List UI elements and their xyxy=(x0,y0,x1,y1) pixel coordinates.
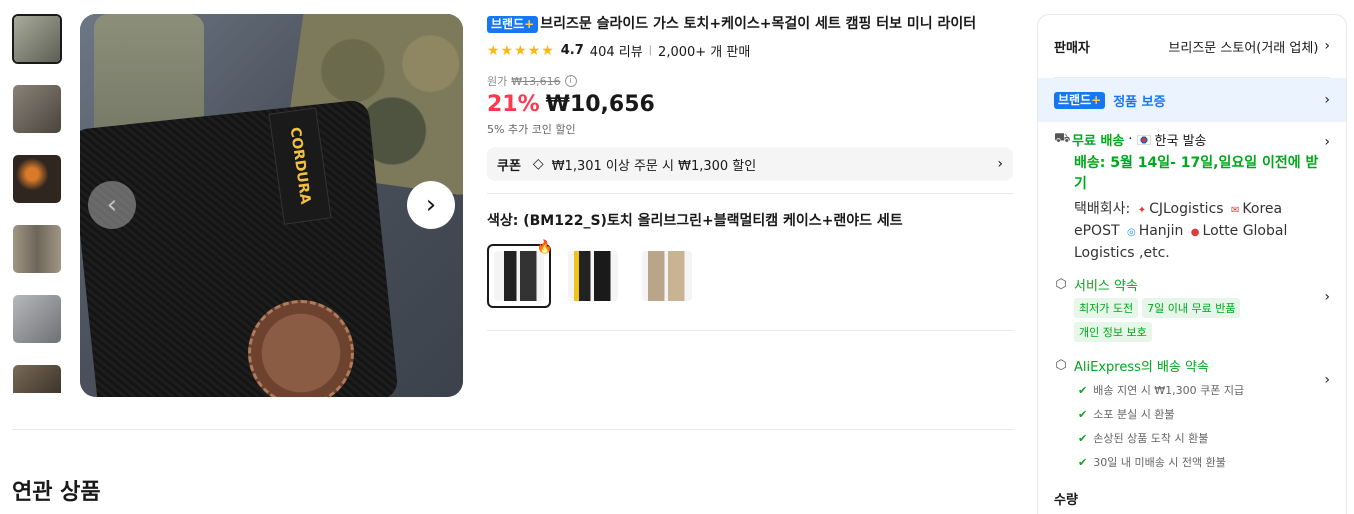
product-info: 브랜드+ 브리즈문 슬라이드 가스 토치+케이스+목걸이 세트 캠핑 터보 미니 … xyxy=(487,14,1013,331)
carrier-hanjin: Hanjin xyxy=(1138,223,1184,239)
color-label: 색상: (BM122_S)토치 올리브그린+블랙멀티캠 케이스+랜야드 세트 xyxy=(487,213,903,229)
seller-name: 브리즈문 스토어(거래 업체) xyxy=(1168,40,1319,56)
thumbnail-1[interactable] xyxy=(12,14,62,64)
delivery-promise-section[interactable]: ⬡ AliExpress의 배송 약속 › ✔ 배송 지연 시 ₩1,300 쿠폰… xyxy=(1038,356,1346,471)
section-divider xyxy=(12,429,1014,430)
shield-icon: ⬡ xyxy=(1055,277,1067,292)
promise-item: ✔ 배송 지연 시 ₩1,300 쿠폰 지급 xyxy=(1078,384,1245,397)
check-icon: ✔ xyxy=(1078,456,1088,469)
korea-flag-icon xyxy=(1136,134,1151,145)
product-title: 브랜드+ 브리즈문 슬라이드 가스 토치+케이스+목걸이 세트 캠핑 터보 미니 … xyxy=(487,14,1013,34)
purchase-panel: 판매자 브리즈문 스토어(거래 업체) › 브랜드+ 정품 보증 › ⛟ 무료 … xyxy=(1037,14,1347,514)
lotte-logo-icon: ● xyxy=(1190,227,1200,238)
promise-item: ✔ 소포 분실 시 환불 xyxy=(1078,408,1175,421)
current-price: ₩10,656 xyxy=(545,92,655,117)
check-icon: ✔ xyxy=(1078,432,1088,445)
discount-percent: 21% xyxy=(487,92,540,117)
promise-item: ✔ 손상된 상품 도착 시 환불 xyxy=(1078,432,1209,445)
check-icon: ✔ xyxy=(1078,408,1088,421)
shipping-header: ⛟ 무료 배송 · 한국 발송 xyxy=(1054,130,1330,149)
cj-logo-icon: ✦ xyxy=(1137,205,1147,216)
chevron-right-icon: › xyxy=(1324,38,1330,54)
chevron-right-icon: › xyxy=(1324,92,1330,108)
hanjin-logo-icon: ◎ xyxy=(1126,227,1136,238)
truck-icon: ⛟ xyxy=(1054,131,1071,146)
swatch-option-1[interactable]: 🔥 xyxy=(487,240,553,308)
thumbnail-3[interactable] xyxy=(12,154,62,204)
service-pill: 개인 정보 보호 xyxy=(1074,322,1152,342)
original-price: ₩13,616 xyxy=(511,74,561,88)
carrier-list: 택배회사: ✦ CJLogistics ✉ Korea ePOST ◎ Hanjin … xyxy=(1074,199,1330,263)
color-swatches: 🔥 xyxy=(487,240,1013,308)
swatch-image xyxy=(494,251,544,301)
leather-patch xyxy=(248,300,354,397)
guarantee-text: 정품 보증 xyxy=(1113,94,1166,110)
brand-plus-badge: 브랜드+ xyxy=(487,16,539,33)
original-price-row: 원가 ₩13,616 i xyxy=(487,73,1013,89)
coupon-label: 쿠폰 xyxy=(497,158,521,174)
chevron-right-icon: › xyxy=(1324,134,1330,150)
coupon-row[interactable]: 쿠폰 ◇ ₩1,301 이상 주문 시 ₩1,300 할인 › xyxy=(487,147,1013,181)
coin-discount: 5% 추가 코인 할인 xyxy=(487,123,576,136)
delivery-date: 배송: 5월 14일- 17일,일요일 이전에 받기 xyxy=(1074,155,1319,192)
thumbnail-list xyxy=(12,14,66,414)
swatch-image xyxy=(642,251,692,301)
service-pill: 7일 이내 무료 반품 xyxy=(1142,298,1241,318)
thumbnail-5[interactable] xyxy=(12,294,62,344)
swatch-option-3[interactable] xyxy=(635,244,699,308)
ship-origin: 한국 발송 xyxy=(1154,134,1207,149)
next-image-button[interactable]: › xyxy=(407,181,455,229)
divider xyxy=(487,193,1013,194)
carrier-cj: CJLogistics xyxy=(1149,201,1224,217)
rating-row: ★★★★★ 4.7 404 리뷰 | 2,000+ 개 판매 xyxy=(487,41,1013,61)
divider: | xyxy=(648,45,653,56)
swatch-option-2[interactable] xyxy=(561,244,625,308)
service-section[interactable]: ⬡ 서비스 약속 › 최저가 도전 7일 이내 무료 반품 개인 정보 보호 xyxy=(1038,275,1346,342)
seller-label: 판매자 xyxy=(1054,40,1090,56)
rating-value: 4.7 xyxy=(560,43,584,58)
main-product-image[interactable]: CORDURA ‹ › xyxy=(80,14,463,397)
prev-image-button[interactable]: ‹ xyxy=(88,181,136,229)
review-count[interactable]: 404 리뷰 xyxy=(590,41,643,60)
coupon-text: ₩1,301 이상 주문 시 ₩1,300 할인 xyxy=(551,158,757,174)
shield-icon: ⬡ xyxy=(1055,358,1067,373)
thumbnail-6[interactable] xyxy=(12,364,62,394)
service-title: 서비스 약속 xyxy=(1074,279,1138,294)
shipping-section[interactable]: ⛟ 무료 배송 · 한국 발송 › 배송: 5월 14일- 17일,일요일 이전… xyxy=(1038,130,1346,263)
chevron-right-icon: › xyxy=(997,156,1003,172)
swatch-image xyxy=(568,251,618,301)
service-header: ⬡ 서비스 약속 xyxy=(1054,275,1330,294)
free-shipping: 무료 배송 xyxy=(1072,134,1125,149)
chevron-right-icon: › xyxy=(1324,372,1330,388)
product-page: CORDURA ‹ › 브랜드+ 브리즈문 슬라이드 가스 토치+케이스+목걸이 … xyxy=(0,0,1354,514)
carrier-label: 택배회사: xyxy=(1074,201,1131,217)
tag-icon: ◇ xyxy=(532,156,544,172)
seller-row[interactable]: 판매자 브리즈문 스토어(거래 업체) › xyxy=(1038,15,1346,77)
thumbnail-4[interactable] xyxy=(12,224,62,274)
promise-title: AliExpress의 배송 약속 xyxy=(1074,360,1209,375)
thumbnail-2[interactable] xyxy=(12,84,62,134)
related-products-title: 연관 상품 xyxy=(12,480,101,505)
price-row: 21% ₩10,656 xyxy=(487,92,1013,117)
original-price-label: 원가 xyxy=(487,75,508,88)
star-rating-icon: ★★★★★ xyxy=(487,42,555,59)
separator-dot: · xyxy=(1128,132,1133,147)
service-pills: 최저가 도전 7일 이내 무료 반품 개인 정보 보호 xyxy=(1074,298,1284,342)
brand-plus-badge: 브랜드+ xyxy=(1054,91,1106,109)
promise-item: ✔ 30일 내 미배송 시 전액 환불 xyxy=(1078,456,1226,469)
promise-header: ⬡ AliExpress의 배송 약속 xyxy=(1054,356,1330,375)
info-icon[interactable]: i xyxy=(564,75,577,87)
epost-logo-icon: ✉ xyxy=(1231,205,1240,216)
authentic-guarantee-row[interactable]: 브랜드+ 정품 보증 › xyxy=(1038,78,1346,122)
quantity-label: 수량 xyxy=(1054,493,1078,508)
service-pill: 최저가 도전 xyxy=(1074,298,1139,318)
sold-count: 2,000+ 개 판매 xyxy=(658,45,751,60)
divider xyxy=(487,330,1013,331)
chevron-right-icon: › xyxy=(1324,289,1330,305)
check-icon: ✔ xyxy=(1078,384,1088,397)
hot-icon: 🔥 xyxy=(536,240,553,255)
